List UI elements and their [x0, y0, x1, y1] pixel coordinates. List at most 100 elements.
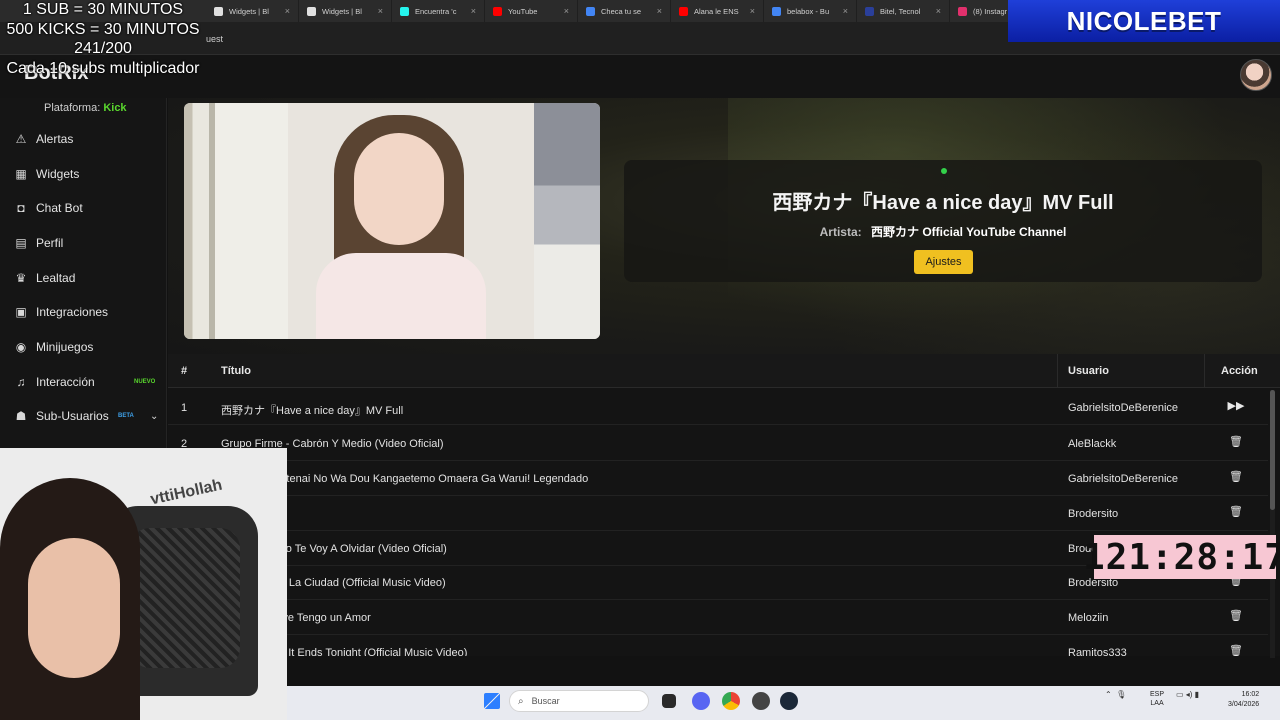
clock-time: 16:02 [1241, 691, 1260, 698]
col-separator [1204, 354, 1205, 388]
settings-button[interactable]: Ajustes [914, 250, 973, 274]
tab-label: belabox - Bu [787, 6, 830, 16]
chevron-down-icon[interactable]: ⌄ [150, 411, 158, 422]
table-row[interactable]: 2 Grupo Firme - Cabrón Y Medio (Video Ofi… [168, 426, 1268, 461]
table-row[interactable]: per Slowed)Brodersito🗑 [168, 496, 1268, 531]
browser-tab[interactable]: Widgets | Bl × [206, 0, 299, 22]
tab-close-icon[interactable]: × [285, 6, 290, 16]
browser-tab[interactable]: Alana le ENS × [671, 0, 764, 22]
platform-value: Kick [103, 102, 127, 114]
sidebar-item-alertas[interactable]: ⚠ Alertas [0, 122, 167, 156]
tab-close-icon[interactable]: × [378, 6, 383, 16]
discord-icon[interactable] [692, 692, 710, 710]
row-user: Ramitos333 [1068, 647, 1127, 656]
row-number: 1 [181, 402, 188, 414]
tab-close-icon[interactable]: × [471, 6, 476, 16]
queue-table: # Título Usuario Acción 1 西野カナ『Have a nic… [168, 354, 1280, 656]
table-row[interactable]: can Rejects - It Ends Tonight (Official … [168, 635, 1268, 656]
video-player[interactable] [184, 103, 600, 339]
trash-icon[interactable]: 🗑 [1226, 644, 1246, 656]
new-badge: NUEVO [134, 379, 156, 385]
system-tray-icons[interactable]: ⌃ 🎙 [1105, 690, 1126, 699]
table-row[interactable]: atashi Ga Motenai No Wa Dou Kangaetemo O… [168, 461, 1268, 496]
beta-badge: BETA [118, 413, 134, 419]
browser-tab[interactable]: Encuentra 'c × [392, 0, 485, 22]
taskbar-search[interactable]: ⌕ Buscar [509, 690, 649, 712]
trash-icon[interactable]: 🗑 [1226, 470, 1246, 486]
video-bg-right [534, 103, 600, 339]
tab-favicon-icon [679, 6, 688, 16]
col-num-header: # [181, 365, 188, 377]
video-person-body [316, 253, 486, 339]
tab-favicon-icon [400, 6, 409, 16]
sidebar-icon: ▦ [15, 167, 27, 181]
sidebar-item-integraciones[interactable]: ▣ Integraciones [0, 295, 167, 329]
table-scrollbar-thumb[interactable] [1270, 390, 1275, 510]
sidebar-item-label: Alertas [36, 132, 74, 146]
streamer-name-banner: NICOLEBET [1008, 0, 1280, 42]
sidebar-item-label: Chat Bot [36, 201, 83, 215]
browser-tab[interactable]: Checa tu se × [578, 0, 671, 22]
video-person-face [354, 133, 444, 245]
tab-label: Checa tu se [601, 6, 642, 16]
chrome-icon[interactable] [722, 692, 740, 710]
sidebar-item-interacci-n[interactable]: ♫ Interacción NUEVO [0, 365, 167, 399]
sidebar-item-minijuegos[interactable]: ◉ Minijuegos [0, 330, 167, 364]
tab-favicon-icon [493, 6, 502, 16]
browser-tab[interactable]: Bitel, Tecnol × [857, 0, 950, 22]
tab-label: Widgets | Bl [229, 6, 269, 16]
row-user: GabrielsitoDeBerenice [1068, 402, 1179, 414]
col-separator [1057, 354, 1058, 388]
overlay-line: Cada 10 subs multiplicador [6, 59, 200, 77]
task-view-icon[interactable] [662, 694, 676, 708]
sidebar-item-label: Perfil [36, 236, 64, 250]
tab-close-icon[interactable]: × [936, 6, 941, 16]
screen: Widgets | Bl × Widgets | Bl × Encuentra 'c × Y… [0, 0, 1280, 720]
obs-icon[interactable] [752, 692, 770, 710]
taskbar-clock[interactable]: 16:02 3/04/2026 [1228, 690, 1259, 710]
windows-start-icon[interactable] [484, 693, 500, 709]
row-title: 西野カナ『Have a nice day』MV Full [221, 405, 404, 417]
tab-label: Encuentra 'c [415, 6, 457, 16]
tab-close-icon[interactable]: × [564, 6, 569, 16]
tab-close-icon[interactable]: × [843, 6, 848, 16]
network-volume-icons[interactable]: ▭ ◂) ▮ [1176, 690, 1199, 699]
browser-tab[interactable]: YouTube × [485, 0, 578, 22]
browser-tab[interactable]: Widgets | Bl × [299, 0, 392, 22]
table-row[interactable]: Y Ft Toby Love Tengo un Amor Meloziin 🗑 [168, 600, 1268, 635]
tab-favicon-icon [586, 6, 595, 16]
sidebar-item-perfil[interactable]: ▤ Perfil [0, 226, 167, 260]
artist-name: 西野カナ Official YouTube Channel [871, 225, 1067, 239]
row-user: AleBlackk [1068, 438, 1117, 450]
webcam-person-face [28, 538, 120, 678]
tab-close-icon[interactable]: × [657, 6, 662, 16]
stream-rules-overlay: 1 SUB = 30 MINUTOS 500 KICKS = 30 MINUTO… [0, 0, 206, 78]
sidebar-item-chat-bot[interactable]: ◘ Chat Bot [0, 191, 167, 225]
browser-tab[interactable]: belabox - Bu × [764, 0, 857, 22]
lang-bottom: LAA [1150, 700, 1164, 707]
live-status-dot [941, 168, 947, 174]
user-avatar[interactable] [1240, 59, 1272, 91]
steam-icon[interactable] [780, 692, 798, 710]
sidebar-item-widgets[interactable]: ▦ Widgets [0, 157, 167, 191]
trash-icon[interactable]: 🗑 [1226, 435, 1246, 451]
trash-icon[interactable]: 🗑 [1226, 609, 1246, 625]
sidebar-item-sub-usuarios[interactable]: ☗ Sub-Usuarios BETA ⌄ [0, 399, 167, 433]
skip-forward-icon[interactable]: ▶▶ [1226, 399, 1246, 415]
tab-close-icon[interactable]: × [750, 6, 755, 16]
sidebar-item-label: Sub-Usuarios [36, 409, 109, 423]
sidebar-icon: ♫ [16, 375, 26, 389]
table-row[interactable]: 1 西野カナ『Have a nice day』MV Full Gabrielsito… [168, 390, 1268, 425]
trash-icon[interactable]: 🗑 [1226, 505, 1246, 521]
tab-label: Widgets | Bl [322, 6, 362, 16]
sidebar-item-lealtad[interactable]: ♛ Lealtad [0, 261, 167, 295]
sidebar-item-label: Integraciones [36, 305, 109, 319]
address-text: uest [206, 34, 224, 44]
sidebar-icon: ◘ [17, 201, 25, 215]
tab-favicon-icon [958, 6, 967, 16]
input-language[interactable]: ESP LAA [1150, 690, 1164, 708]
overlay-line: 241/200 [74, 40, 132, 57]
tab-favicon-icon [865, 6, 874, 16]
artist-label: Artista: [819, 225, 862, 239]
row-user: Meloziin [1068, 612, 1109, 624]
